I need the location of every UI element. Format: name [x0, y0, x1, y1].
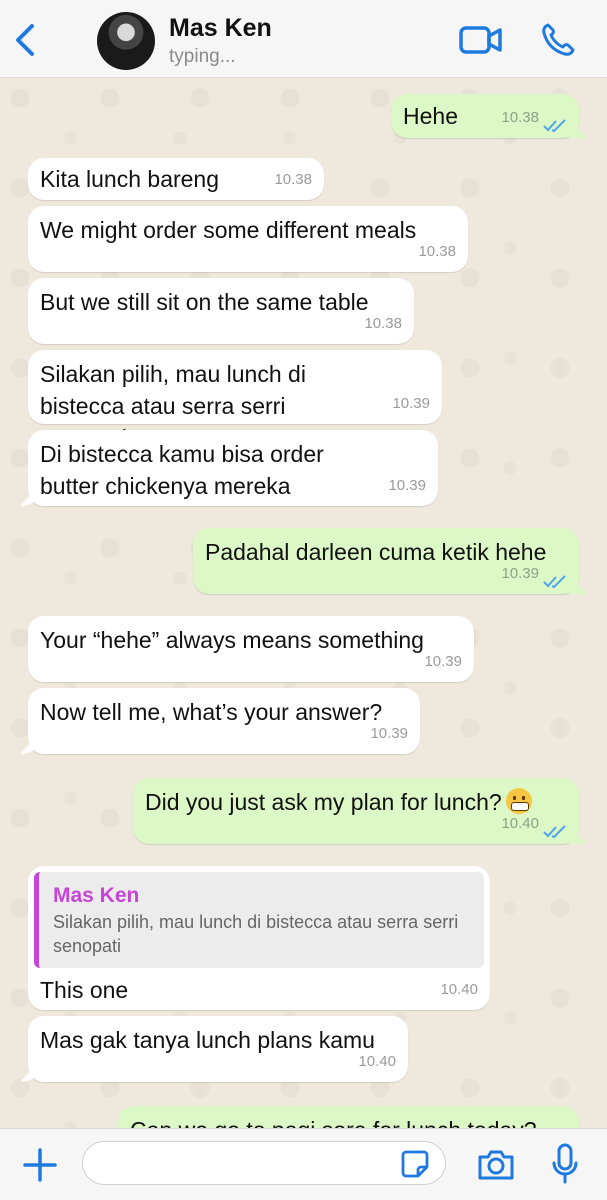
message-bubble[interactable]: Can we go to pagi sore for lunch today? — [118, 1106, 579, 1128]
reply-message-bubble[interactable]: Mas Ken Silakan pilih, mau lunch di bist… — [28, 866, 490, 1010]
message-bubble[interactable]: Mas gak tanya lunch plans kamu 10.40 — [28, 1016, 408, 1082]
quoted-text: Silakan pilih, mau lunch di bistecca ata… — [53, 912, 459, 956]
message-time: 10.40 — [440, 981, 478, 998]
read-receipt-icon — [543, 119, 566, 133]
read-receipt-icon — [543, 825, 566, 839]
message-time: 10.39 — [501, 565, 539, 582]
quoted-sender: Mas Ken — [53, 884, 140, 907]
message-time: 10.39 — [388, 477, 426, 494]
composer-bar — [0, 1128, 607, 1200]
chat-area[interactable]: Hehe 10.38 Kita lunch bareng 10.38 We mi… — [0, 78, 607, 1128]
message-bubble[interactable]: Di bistecca kamu bisa order butter chick… — [28, 430, 438, 506]
message-bubble[interactable]: Hehe 10.38 — [391, 94, 579, 138]
message-text: Your “hehe” always means something — [40, 627, 424, 653]
message-text: Padahal darleen cuma ketik hehe — [205, 539, 547, 565]
message-bubble[interactable]: Your “hehe” always means something 10.39 — [28, 616, 474, 682]
message-bubble[interactable]: Silakan pilih, mau lunch di bistecca ata… — [28, 350, 442, 451]
message-time: 10.39 — [392, 395, 430, 412]
message-bubble[interactable]: Did you just ask my plan for lunch? 10.4… — [133, 778, 579, 844]
message-text: Mas gak tanya lunch plans kamu — [40, 1027, 375, 1053]
message-text: Hehe — [403, 103, 458, 129]
quoted-message[interactable]: Mas Ken Silakan pilih, mau lunch di bist… — [34, 872, 484, 968]
message-text: Can we go to pagi sore for lunch today? — [130, 1117, 537, 1128]
message-time: 10.38 — [418, 243, 456, 260]
message-input[interactable] — [82, 1141, 446, 1185]
message-text: We might order some different meals — [40, 217, 417, 243]
read-receipt-icon — [543, 575, 566, 589]
avatar[interactable] — [97, 12, 155, 70]
message-text: Di bistecca kamu bisa order butter chick… — [40, 441, 324, 499]
video-camera-icon[interactable] — [458, 22, 504, 58]
message-time: 10.38 — [274, 171, 312, 188]
message-text: This one — [40, 977, 129, 1003]
message-text: Kita lunch bareng — [40, 166, 220, 192]
contact-name[interactable]: Mas Ken — [169, 14, 272, 43]
chevron-left-icon[interactable] — [10, 20, 40, 60]
phone-icon[interactable] — [538, 20, 578, 60]
message-bubble[interactable]: Now tell me, what’s your answer? 10.39 — [28, 688, 420, 754]
message-time: 10.38 — [501, 109, 539, 126]
camera-icon[interactable] — [476, 1147, 516, 1183]
contact-status: typing... — [169, 46, 236, 67]
message-time: 10.39 — [424, 653, 462, 670]
message-text: Now tell me, what’s your answer? — [40, 699, 383, 725]
message-time: 10.40 — [501, 815, 539, 832]
message-time: 10.39 — [370, 725, 408, 742]
microphone-icon[interactable] — [552, 1143, 578, 1185]
plus-icon[interactable] — [22, 1147, 58, 1183]
message-text: But we still sit on the same table — [40, 289, 369, 315]
message-time: 10.40 — [358, 1053, 396, 1070]
message-bubble[interactable]: We might order some different meals 10.3… — [28, 206, 468, 272]
message-text: Did you just ask my plan for lunch? — [145, 789, 502, 815]
message-bubble[interactable]: Kita lunch bareng 10.38 — [28, 158, 324, 200]
message-bubble[interactable]: But we still sit on the same table 10.38 — [28, 278, 414, 344]
message-time: 10.38 — [364, 315, 402, 332]
message-bubble[interactable]: Padahal darleen cuma ketik hehe 10.39 — [193, 528, 579, 594]
chat-header: Mas Ken typing... — [0, 0, 607, 78]
sticker-icon[interactable] — [400, 1149, 430, 1179]
